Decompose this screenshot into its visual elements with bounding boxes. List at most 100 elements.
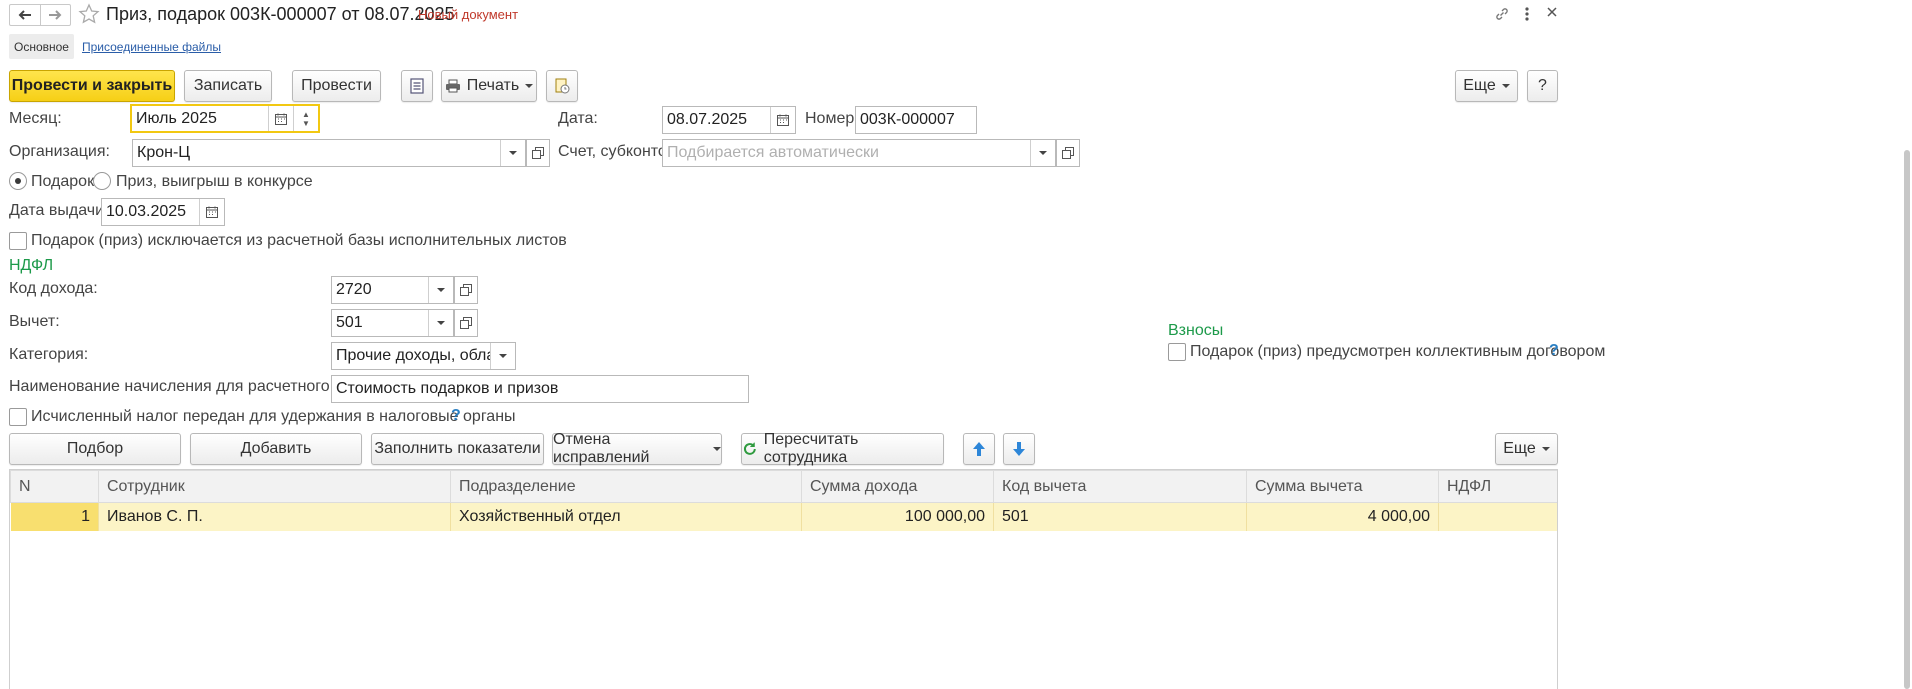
table-header-row: N Сотрудник Подразделение Сумма дохода К… — [10, 470, 1557, 503]
window-title: Приз, подарок 003К-000007 от 08.07.2025 — [106, 4, 455, 24]
cell-income[interactable]: 100 000,00 — [801, 502, 994, 531]
collective-agreement-help-icon[interactable]: ? — [1549, 342, 1559, 360]
post-button[interactable]: Провести — [292, 70, 381, 102]
cell-deduction-sum[interactable]: 4 000,00 — [1246, 502, 1439, 531]
close-icon[interactable] — [1546, 6, 1558, 18]
income-code-value: 2720 — [336, 281, 372, 298]
save-button[interactable]: Записать — [184, 70, 272, 102]
tax-transferred-checkbox[interactable] — [9, 408, 27, 426]
cancel-corrections-button[interactable]: Отмена исправлений — [552, 431, 722, 466]
calendar-icon[interactable] — [268, 106, 293, 131]
collective-agreement-checkbox[interactable] — [1168, 343, 1186, 361]
dropdown-arrow-icon[interactable] — [1030, 140, 1055, 166]
help-button[interactable]: ? — [1527, 70, 1558, 102]
add-button[interactable]: Добавить — [190, 433, 362, 465]
category-value: Прочие доходы, облагаемые — [336, 347, 490, 364]
radio-prize[interactable] — [93, 172, 111, 190]
account-field[interactable]: Подбирается автоматически — [662, 139, 1056, 167]
nav-buttons — [9, 4, 71, 26]
recalculate-employee-button[interactable]: Пересчитать сотрудника — [741, 431, 944, 466]
cell-employee[interactable]: Иванов С. П. — [98, 502, 451, 531]
date-field[interactable]: 08.07.2025 — [662, 106, 796, 134]
dropdown-arrow-icon[interactable] — [500, 140, 525, 166]
exclude-checkbox[interactable] — [9, 232, 27, 250]
date-label: Дата: — [558, 110, 598, 127]
print-button[interactable]: Печать — [441, 70, 537, 102]
tax-transferred-label: Исчисленный налог передан для удержания … — [31, 408, 516, 425]
category-field[interactable]: Прочие доходы, облагаемые — [331, 342, 516, 370]
column-header-employee[interactable]: Сотрудник — [98, 470, 451, 503]
cell-department[interactable]: Хозяйственный отдел — [450, 502, 802, 531]
attach-document-button[interactable] — [546, 70, 578, 102]
post-and-close-button[interactable]: Провести и закрыть — [9, 70, 175, 102]
printer-icon — [445, 79, 460, 93]
document-journal-button[interactable] — [401, 70, 433, 102]
month-field[interactable]: Июль 2025 ▲ ▼ — [130, 104, 320, 133]
month-label: Месяц: — [9, 110, 62, 127]
back-arrow-icon[interactable] — [10, 5, 41, 25]
column-header-deduction-sum[interactable]: Сумма вычета — [1246, 470, 1439, 503]
deduction-value: 501 — [336, 314, 363, 331]
post-label: Провести — [301, 77, 372, 94]
contributions-section-header: Взносы — [1168, 322, 1224, 339]
favorite-star-icon[interactable] — [78, 3, 100, 25]
pick-button[interactable]: Подбор — [9, 433, 181, 465]
cell-ndfl[interactable] — [1438, 502, 1557, 531]
tab-main-label: Основное — [14, 39, 69, 54]
column-header-department[interactable]: Подразделение — [450, 470, 802, 503]
link-icon[interactable] — [1494, 6, 1510, 22]
issue-date-field[interactable]: 10.03.2025 — [101, 198, 225, 226]
category-label: Категория: — [9, 346, 89, 363]
document-status: Новый документ — [418, 7, 519, 22]
date-value: 08.07.2025 — [667, 111, 748, 128]
forward-arrow-icon[interactable] — [41, 5, 71, 25]
column-header-income[interactable]: Сумма дохода — [801, 470, 994, 503]
month-stepper[interactable]: ▲ ▼ — [293, 106, 318, 131]
cell-n[interactable]: 1 — [10, 502, 99, 531]
issue-date-value: 10.03.2025 — [106, 203, 187, 220]
more-button[interactable]: Еще — [1455, 70, 1518, 102]
save-label: Записать — [193, 77, 263, 94]
column-header-n[interactable]: N — [10, 470, 99, 503]
table-row[interactable]: 1 Иванов С. П. Хозяйственный отдел 100 0… — [10, 502, 1557, 531]
issue-date-label: Дата выдачи: — [9, 202, 109, 219]
income-code-label: Код дохода: — [9, 280, 98, 297]
column-header-deduction-code[interactable]: Код вычета — [993, 470, 1247, 503]
tax-transferred-help-icon[interactable]: ? — [451, 407, 461, 425]
calendar-icon[interactable] — [199, 199, 224, 225]
tab-main[interactable]: Основное — [9, 34, 74, 59]
accrual-name-label: Наименование начисления для расчетного л… — [9, 378, 381, 395]
vertical-scrollbar[interactable] — [1904, 150, 1910, 689]
account-open-button[interactable] — [1056, 139, 1080, 167]
table-more-button[interactable]: Еще — [1495, 433, 1558, 465]
number-label: Номер: — [805, 110, 859, 127]
post-and-close-label: Провести и закрыть — [11, 77, 173, 94]
calendar-icon[interactable] — [770, 107, 795, 133]
organization-value: Крон-Ц — [137, 144, 191, 161]
dropdown-arrow-icon[interactable] — [428, 310, 453, 336]
recalculate-employee-label: Пересчитать сотрудника — [763, 431, 859, 466]
chevron-down-icon — [713, 447, 721, 451]
cell-deduction-code[interactable]: 501 — [993, 502, 1247, 531]
cancel-corrections-label: Отмена исправлений — [553, 431, 650, 466]
dropdown-arrow-icon[interactable] — [428, 277, 453, 303]
accrual-name-value: Стоимость подарков и призов — [336, 380, 559, 397]
fill-indicators-label: Заполнить показатели — [374, 440, 541, 457]
income-code-open-button[interactable] — [454, 276, 478, 304]
move-up-button[interactable] — [963, 433, 995, 465]
radio-gift[interactable] — [9, 172, 27, 190]
income-code-field[interactable]: 2720 — [331, 276, 454, 304]
move-down-button[interactable] — [1003, 433, 1035, 465]
deduction-open-button[interactable] — [454, 309, 478, 337]
number-field[interactable]: 003К-000007 — [855, 106, 977, 134]
fill-indicators-button[interactable]: Заполнить показатели — [371, 433, 544, 465]
list-document-icon — [410, 78, 424, 94]
organization-open-button[interactable] — [526, 139, 550, 167]
dropdown-arrow-icon[interactable] — [490, 343, 515, 369]
accrual-name-field[interactable]: Стоимость подарков и призов — [331, 375, 749, 403]
organization-field[interactable]: Крон-Ц — [132, 139, 526, 167]
column-header-ndfl[interactable]: НДФЛ — [1438, 470, 1557, 503]
more-vertical-icon[interactable] — [1524, 6, 1530, 22]
tab-attached-files[interactable]: Присоединенные файлы — [82, 40, 221, 54]
deduction-field[interactable]: 501 — [331, 309, 454, 337]
